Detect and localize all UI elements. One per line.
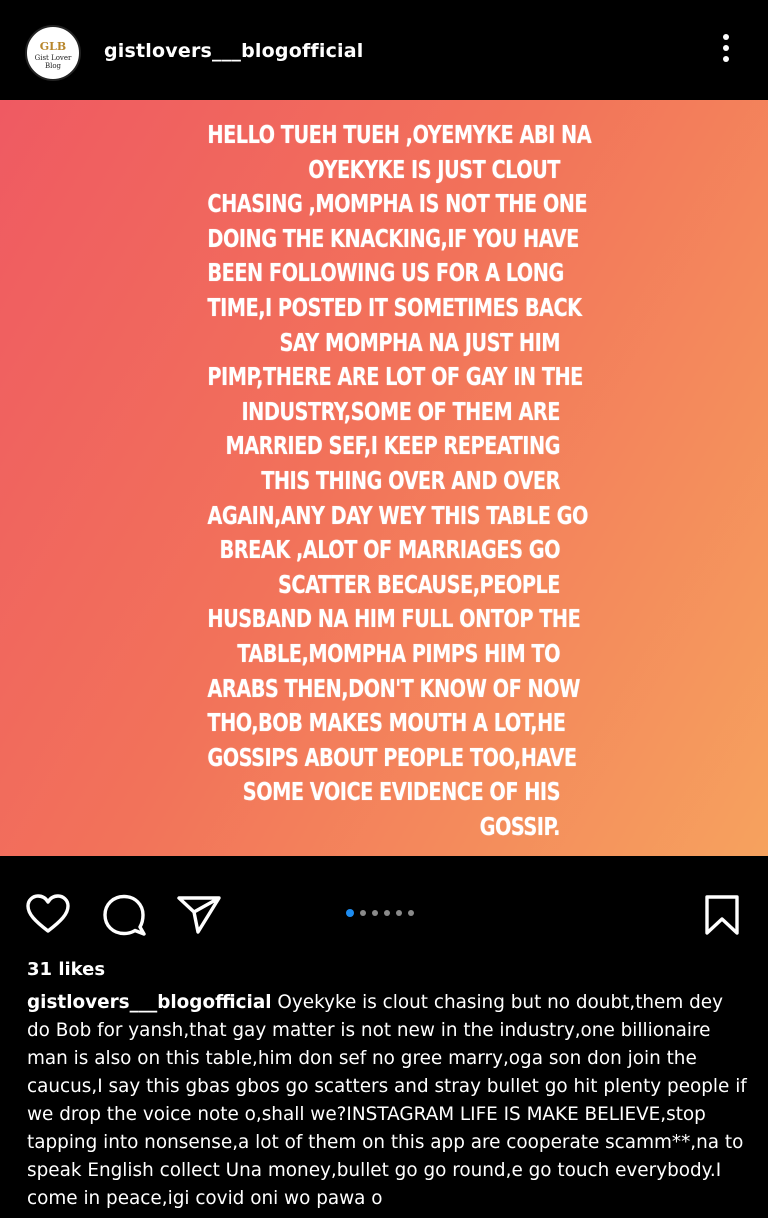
story-text-line: HELLO TUEH TUEH ,OYEMYKE ABI NA (207, 120, 592, 149)
story-text-line: OYEKYKE IS JUST CLOUT (308, 154, 560, 184)
post-caption: gistlovers___blogofficial Oyekyke is clo… (27, 989, 747, 1213)
bookmark-icon[interactable] (703, 894, 741, 936)
story-text-line: ARABS THEN,DON'T KNOW OF NOW (207, 673, 580, 703)
story-text-line: SCATTER BECAUSE,PEOPLE (277, 569, 561, 599)
avatar-logo-subtext: Gist Lover Blog (34, 54, 72, 70)
story-text-line: MARRIED SEF,I KEEP REPEATING (225, 431, 560, 461)
send-icon[interactable] (176, 894, 222, 936)
comment-icon[interactable] (101, 894, 147, 936)
carousel-dot (372, 910, 378, 916)
story-text-line: TABLE,MOMPHA PIMPS HIM TO (237, 638, 560, 668)
story-text-line: BREAK ,ALOT OF MARRIAGES GO (219, 535, 561, 565)
story-text-line: GOSSIPS ABOUT PEOPLE TOO,HAVE (207, 742, 577, 772)
story-text-line: DOING THE KNACKING,IF YOU HAVE (207, 223, 579, 253)
story-text-line: BEEN FOLLOWING US FOR A LONG (207, 258, 564, 288)
story-text-line: THO,BOB MAKES MOUTH A LOT,HE (207, 708, 566, 738)
post-image[interactable]: HELLO TUEH TUEH ,OYEMYKE ABI NA OYEKYKE I… (0, 100, 768, 856)
carousel-dot (408, 910, 414, 916)
story-text-line: TIME,I POSTED IT SOMETIMES BACK (207, 292, 582, 322)
story-text-line: INDUSTRY,SOME OF THEM ARE (241, 396, 561, 426)
carousel-dot (384, 910, 390, 916)
carousel-dot (346, 909, 354, 917)
heart-icon[interactable] (25, 894, 71, 934)
story-text-line: AGAIN,ANY DAY WEY THIS TABLE GO (207, 500, 588, 530)
carousel-indicator (346, 909, 414, 917)
story-text-line: GOSSIP. (479, 811, 561, 841)
post-header: GLB Gist Lover Blog gistlovers___blogoff… (0, 0, 768, 100)
post-username[interactable]: gistlovers___blogofficial (104, 40, 364, 62)
story-text-line: THIS THING OVER AND OVER (261, 465, 560, 495)
story-text-line: SOME VOICE EVIDENCE OF HIS (242, 777, 561, 807)
caption-username[interactable]: gistlovers___blogofficial (27, 992, 272, 1013)
story-text-line: SAY MOMPHA NA JUST HIM (279, 327, 560, 357)
more-vertical-icon[interactable] (714, 34, 738, 70)
action-bar (0, 856, 768, 966)
story-text-line: PIMP,THERE ARE LOT OF GAY IN THE (207, 362, 583, 392)
story-text-line: HUSBAND NA HIM FULL ONTOP THE (207, 604, 581, 634)
carousel-dot (360, 910, 366, 916)
story-text: HELLO TUEH TUEH ,OYEMYKE ABI NA OYEKYKE I… (207, 118, 592, 844)
story-text-line: CHASING ,MOMPHA IS NOT THE ONE (207, 189, 588, 219)
avatar[interactable]: GLB Gist Lover Blog (25, 25, 81, 81)
caption-text: Oyekyke is clout chasing but no doubt,th… (27, 992, 747, 1209)
likes-count[interactable]: 31 likes (27, 959, 105, 980)
carousel-dot (396, 910, 402, 916)
avatar-logo-text: GLB (39, 40, 67, 53)
